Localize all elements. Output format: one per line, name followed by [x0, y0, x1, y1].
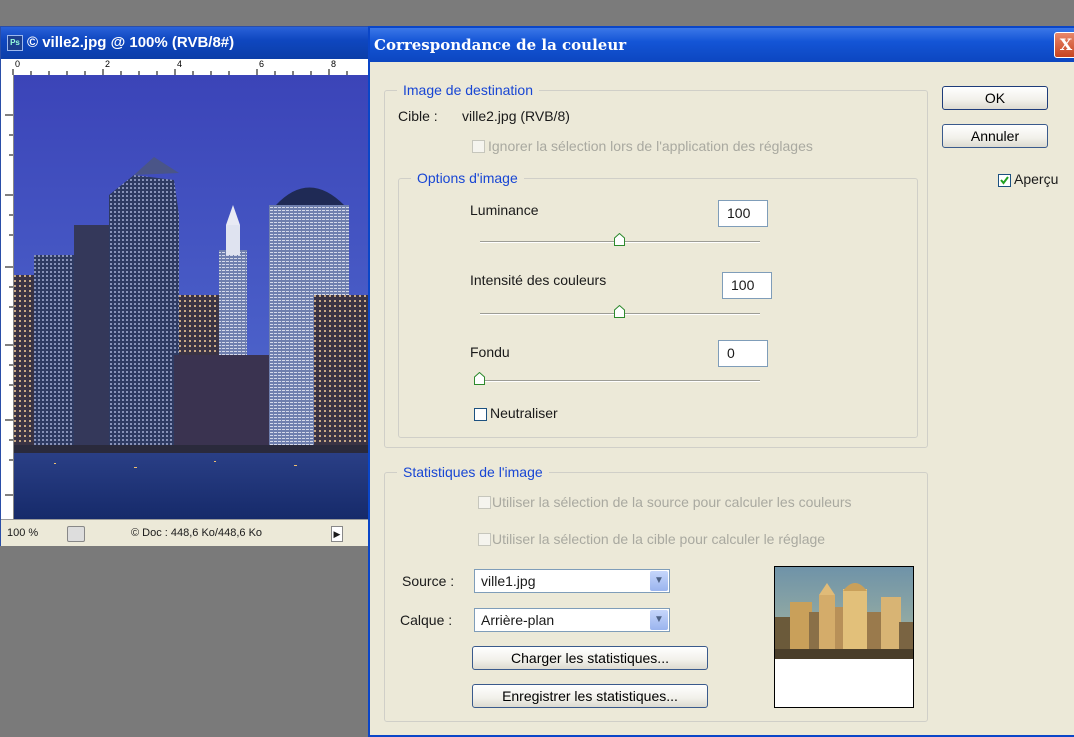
ruler-horizontal[interactable]: 0 2 4 6 8 — [1, 59, 369, 76]
use-target-selection-label: Utiliser la sélection de la cible pour c… — [492, 531, 826, 547]
layer-select-value: Arrière-plan — [481, 612, 555, 628]
ruler-label: 2 — [105, 59, 111, 69]
source-label: Source : — [402, 573, 455, 589]
layer-label: Calque : — [400, 612, 453, 628]
ruler-label: 8 — [331, 59, 337, 69]
intensity-input[interactable]: 100 — [722, 272, 772, 299]
ruler-label: 4 — [177, 59, 183, 69]
slider-thumb-icon[interactable] — [614, 233, 625, 246]
status-icon[interactable] — [67, 526, 85, 542]
dialog-title-bar[interactable]: Correspondance de la couleur X — [370, 28, 1074, 62]
use-source-selection-checkbox[interactable] — [478, 496, 491, 509]
fade-slider-track[interactable] — [480, 380, 760, 382]
statistics-legend: Statistiques de l'image — [403, 464, 543, 480]
ruler-label: 6 — [259, 59, 265, 69]
source-select[interactable]: ville1.jpg ▼ — [474, 569, 670, 593]
use-target-selection-checkbox[interactable] — [478, 533, 491, 546]
ruler-ticks — [12, 69, 348, 75]
luminance-input[interactable]: 100 — [718, 200, 768, 227]
city-skyline-image — [14, 75, 369, 519]
destination-legend: Image de destination — [403, 82, 533, 98]
source-thumbnail-image — [775, 567, 913, 707]
match-color-dialog: Correspondance de la couleur X OK Annule… — [368, 26, 1074, 737]
source-image-thumbnail — [774, 566, 914, 708]
layer-select[interactable]: Arrière-plan ▼ — [474, 608, 670, 632]
neutralize-checkbox[interactable] — [474, 408, 487, 421]
load-statistics-button[interactable]: Charger les statistiques... — [472, 646, 708, 670]
dropdown-arrow-icon[interactable]: ▼ — [650, 610, 668, 630]
dropdown-arrow-icon[interactable]: ▼ — [650, 571, 668, 591]
close-icon[interactable]: X — [1054, 32, 1074, 58]
target-value: ville2.jpg (RVB/8) — [462, 108, 570, 124]
ok-button[interactable]: OK — [942, 86, 1048, 110]
image-options-legend: Options d'image — [417, 170, 518, 186]
use-source-selection-label: Utiliser la sélection de la source pour … — [492, 494, 852, 510]
source-select-value: ville1.jpg — [481, 573, 536, 589]
photoshop-icon: Ps — [7, 35, 23, 52]
intensity-label: Intensité des couleurs — [470, 272, 607, 288]
ignore-selection-checkbox[interactable] — [472, 140, 485, 153]
preview-checkbox[interactable] — [998, 174, 1011, 187]
ruler-vertical[interactable] — [1, 75, 14, 519]
ignore-selection-label: Ignorer la sélection lors de l'applicati… — [488, 138, 813, 154]
document-status-bar: 100 % © Doc : 448,6 Ko/448,6 Ko ▶ — [1, 519, 369, 546]
image-canvas[interactable] — [14, 75, 369, 519]
slider-thumb-icon[interactable] — [474, 372, 485, 385]
preview-label: Aperçu — [1014, 171, 1059, 187]
checkmark-icon — [1000, 176, 1009, 185]
ruler-label: 0 — [15, 59, 21, 69]
ruler-vertical-ticks — [5, 114, 13, 496]
workspace-background — [0, 546, 370, 737]
play-arrow-icon[interactable]: ▶ — [331, 526, 343, 542]
document-title-bar[interactable]: Ps © ville2.jpg @ 100% (RVB/8#) — [1, 27, 369, 59]
neutralize-label: Neutraliser — [490, 405, 558, 421]
cancel-button[interactable]: Annuler — [942, 124, 1048, 148]
zoom-level[interactable]: 100 % — [7, 520, 38, 546]
document-window: Ps © ville2.jpg @ 100% (RVB/8#) 0 2 4 6 8 — [0, 26, 370, 546]
target-label: Cible : — [398, 108, 438, 124]
document-title: © ville2.jpg @ 100% (RVB/8#) — [27, 34, 235, 51]
save-statistics-button[interactable]: Enregistrer les statistiques... — [472, 684, 708, 708]
fade-input[interactable]: 0 — [718, 340, 768, 367]
dialog-title: Correspondance de la couleur — [374, 36, 627, 54]
app-background-strip — [0, 0, 1074, 26]
doc-size-info[interactable]: © Doc : 448,6 Ko/448,6 Ko — [131, 520, 262, 546]
luminance-label: Luminance — [470, 202, 539, 218]
slider-thumb-icon[interactable] — [614, 305, 625, 318]
fade-label: Fondu — [470, 344, 510, 360]
